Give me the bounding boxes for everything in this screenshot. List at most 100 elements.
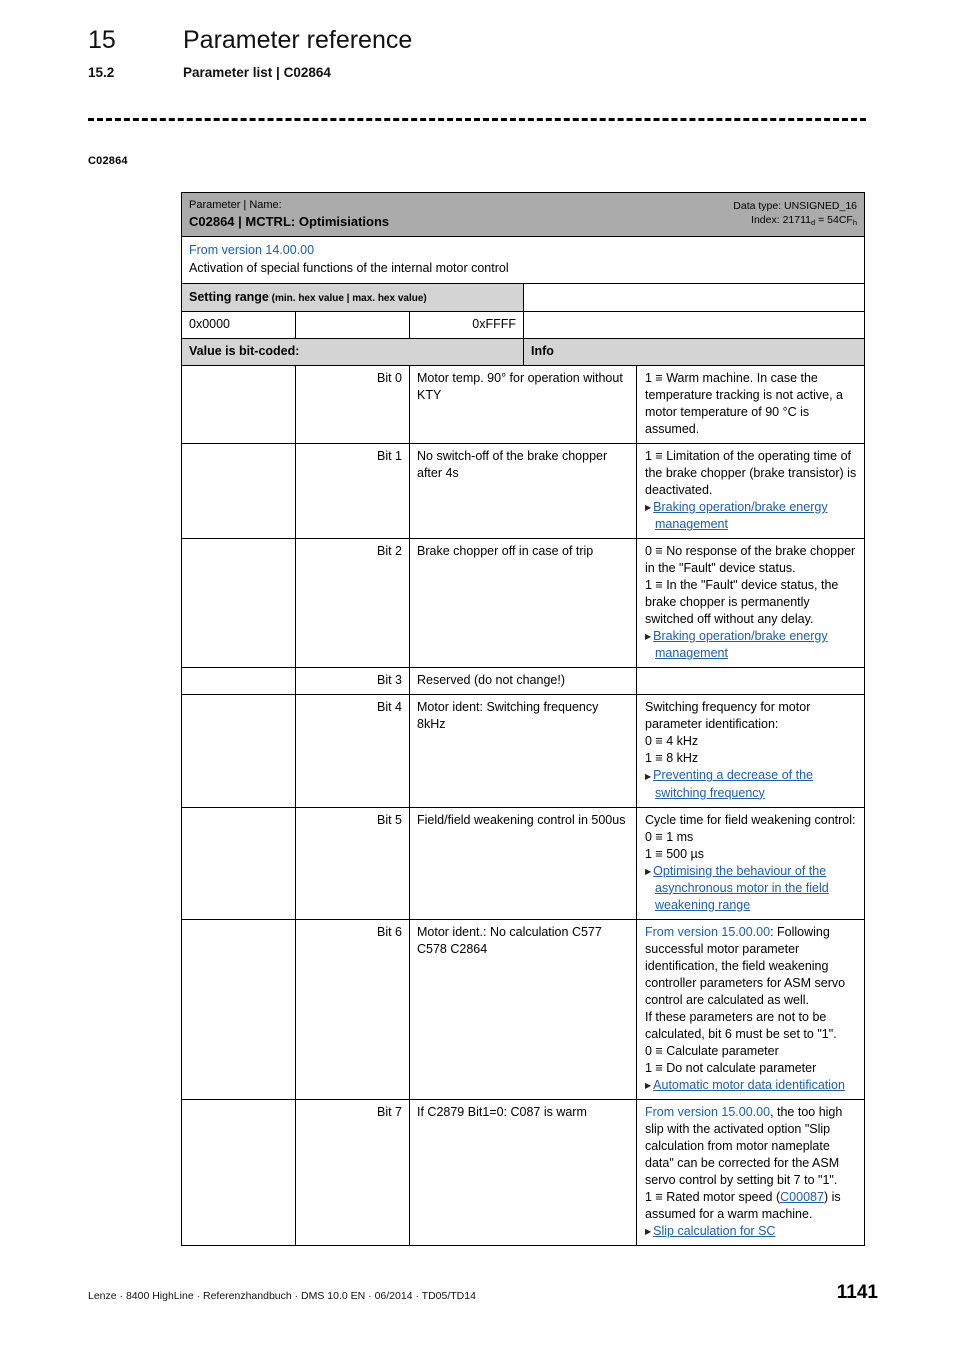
info-text: 0 ≡ 4 kHz bbox=[645, 734, 699, 749]
bit-info-cell bbox=[637, 668, 864, 694]
footer-page-number: 1141 bbox=[836, 1282, 878, 1303]
setting-range-values-filler bbox=[524, 312, 864, 338]
from-version-label: From version 15.00.00 bbox=[645, 1105, 771, 1120]
bitcoded-header-label: Value is bit-coded: bbox=[182, 339, 524, 365]
bit-info-cell: Switching frequency for motor parameter … bbox=[637, 695, 864, 806]
bit-function-name: Brake chopper off in case of trip bbox=[410, 539, 637, 668]
chapter-number: 15 bbox=[88, 26, 116, 54]
bit-function-name: Motor ident.: No calculation C577 C578 C… bbox=[410, 919, 637, 1100]
info-link-row: ▶ Automatic motor data identification bbox=[645, 1077, 857, 1094]
bit-index-label: Bit 3 bbox=[296, 668, 410, 695]
parameter-meta: Data type: UNSIGNED_16 Index: 21711d = 5… bbox=[733, 198, 857, 228]
index-hex-sub: h bbox=[852, 218, 857, 227]
info-text: 0 ≡ No response of the brake chopper in … bbox=[645, 544, 856, 576]
section-number: 15.2 bbox=[88, 65, 115, 80]
bit-function-name: Motor temp. 90° for operation without KT… bbox=[410, 366, 637, 443]
parameter-description-row: From version 14.00.00 Activation of spec… bbox=[182, 237, 864, 284]
info-link-row: ▶ Braking operation/brake energy manageme… bbox=[645, 499, 857, 533]
table-row: Bit 1 No switch-off of the brake chopper … bbox=[182, 444, 864, 540]
parameter-margin-tag: C02864 bbox=[88, 155, 128, 167]
info-text: 1 ≡ Rated motor speed ( bbox=[645, 1190, 781, 1205]
setting-range-values-row: 0x0000 0xFFFF bbox=[182, 312, 864, 339]
index-label: Index: 21711d = 54CFh bbox=[733, 213, 857, 228]
parameter-table: Parameter | Name: C02864 | MCTRL: Optimi… bbox=[181, 192, 865, 1247]
info-text: If these parameters are not to be calcul… bbox=[645, 1009, 837, 1041]
info-text: 1 ≡ In the "Fault" device status, the br… bbox=[645, 578, 839, 627]
bit-index-label: Bit 4 bbox=[296, 695, 410, 807]
setting-range-header-filler bbox=[524, 284, 864, 311]
bit-index-label: Bit 7 bbox=[296, 1100, 410, 1246]
cross-reference-link[interactable]: Slip calculation for SC bbox=[653, 1224, 775, 1238]
section-title: Parameter list | C02864 bbox=[183, 65, 331, 80]
bit-index-label: Bit 2 bbox=[296, 539, 410, 668]
table-row: Bit 0 Motor temp. 90° for operation witho… bbox=[182, 366, 864, 444]
info-text: 1 ≡ 8 kHz bbox=[645, 751, 699, 766]
index-decimal-sub: d bbox=[811, 218, 816, 227]
page-footer: Lenze · 8400 HighLine · Referenzhandbuch… bbox=[88, 1283, 878, 1303]
info-text: 0 ≡ 1 ms bbox=[645, 829, 694, 844]
parameter-title-left: Parameter | Name: C02864 | MCTRL: Optimi… bbox=[189, 198, 389, 230]
index-prefix: Index: bbox=[751, 214, 783, 226]
cross-reference-link[interactable]: Braking operation/brake energy managemen… bbox=[653, 500, 827, 531]
bit-info-cell: 0 ≡ No response of the brake chopper in … bbox=[637, 539, 864, 667]
bit-info-cell: From version 15.00.00: Following success… bbox=[637, 920, 864, 1099]
table-row: Bit 5 Field/field weakening control in 50… bbox=[182, 807, 864, 920]
index-equals: = bbox=[815, 214, 828, 226]
cross-reference-link[interactable]: Preventing a decrease of the switching f… bbox=[653, 768, 813, 799]
bit-function-name: If C2879 Bit1=0: C087 is warm bbox=[410, 1100, 637, 1246]
setting-range-label: Setting range bbox=[189, 290, 269, 304]
info-link-row: ▶ Braking operation/brake energy manageme… bbox=[645, 628, 857, 662]
index-hex: 54CF bbox=[827, 214, 853, 226]
info-text: 1 ≡ Limitation of the operating time of … bbox=[645, 449, 857, 497]
triangle-bullet-icon: ▶ bbox=[645, 503, 652, 513]
cross-reference-link[interactable]: Automatic motor data identification bbox=[653, 1078, 845, 1092]
info-version-paragraph: From version 15.00.00: Following success… bbox=[645, 924, 857, 1009]
index-decimal: 21711 bbox=[782, 214, 811, 226]
bit-index-label: Bit 1 bbox=[296, 444, 410, 539]
table-row: Bit 6 Motor ident.: No calculation C577 C… bbox=[182, 919, 864, 1101]
table-row: Bit 3 Reserved (do not change!) bbox=[182, 668, 864, 696]
chapter-heading: 15 Parameter reference bbox=[88, 24, 878, 56]
triangle-bullet-icon: ▶ bbox=[645, 866, 652, 876]
info-header-label: Info bbox=[524, 339, 864, 365]
cross-reference-link[interactable]: Optimising the behaviour of the asynchro… bbox=[653, 864, 829, 912]
bit-row-spacer bbox=[182, 807, 296, 919]
table-row: Bit 2 Brake chopper off in case of trip 0 … bbox=[182, 539, 864, 669]
bitcoded-header-row: Value is bit-coded: Info bbox=[182, 339, 864, 366]
info-text: 1 ≡ 500 µs bbox=[645, 846, 704, 861]
description-text: Activation of special functions of the i… bbox=[189, 261, 509, 275]
footer-document-info: Lenze · 8400 HighLine · Referenzhandbuch… bbox=[88, 1290, 476, 1302]
bit-function-name: No switch-off of the brake chopper after… bbox=[410, 444, 637, 539]
table-row: Bit 7 If C2879 Bit1=0: C087 is warm From v… bbox=[182, 1100, 864, 1246]
info-paragraph-with-link: 1 ≡ Rated motor speed (C00087) is assume… bbox=[645, 1189, 857, 1223]
triangle-bullet-icon: ▶ bbox=[645, 632, 652, 642]
bit-function-name: Reserved (do not change!) bbox=[410, 668, 637, 695]
bit-rows-container: Bit 0 Motor temp. 90° for operation witho… bbox=[182, 366, 864, 1246]
bit-function-name: Motor ident: Switching frequency 8kHz bbox=[410, 695, 637, 807]
bit-row-spacer bbox=[182, 695, 296, 807]
section-heading: 15.2 Parameter list | C02864 bbox=[88, 64, 878, 82]
chapter-title: Parameter reference bbox=[183, 26, 413, 54]
bit-row-spacer bbox=[182, 919, 296, 1100]
triangle-bullet-icon: ▶ bbox=[645, 1227, 652, 1237]
setting-range-header-row: Setting range (min. hex value | max. hex… bbox=[182, 284, 864, 312]
setting-range-mid bbox=[296, 312, 410, 338]
page-header: 15 Parameter reference 15.2 Parameter li… bbox=[88, 24, 878, 82]
triangle-bullet-icon: ▶ bbox=[645, 771, 652, 781]
info-text: Cycle time for field weakening control: bbox=[645, 812, 856, 827]
parameter-description: From version 14.00.00 Activation of spec… bbox=[182, 237, 516, 283]
cross-reference-link[interactable]: Braking operation/brake energy managemen… bbox=[653, 629, 827, 660]
parameter-title-bar: Parameter | Name: C02864 | MCTRL: Optimi… bbox=[182, 193, 864, 237]
page: 15 Parameter reference 15.2 Parameter li… bbox=[0, 0, 954, 1350]
info-link-row: ▶ Preventing a decrease of the switching … bbox=[645, 767, 857, 801]
info-text: 0 ≡ Calculate parameter bbox=[645, 1043, 779, 1058]
info-text: 1 ≡ Do not calculate parameter bbox=[645, 1060, 817, 1075]
setting-range-min: 0x0000 bbox=[182, 312, 296, 338]
bit-row-spacer bbox=[182, 444, 296, 539]
parameter-cross-reference-link[interactable]: C00087 bbox=[780, 1190, 824, 1204]
bit-row-spacer bbox=[182, 366, 296, 443]
bit-info-cell: 1 ≡ Limitation of the operating time of … bbox=[637, 444, 864, 538]
bit-row-spacer bbox=[182, 539, 296, 668]
bit-function-name: Field/field weakening control in 500us bbox=[410, 807, 637, 919]
bit-index-label: Bit 6 bbox=[296, 919, 410, 1100]
